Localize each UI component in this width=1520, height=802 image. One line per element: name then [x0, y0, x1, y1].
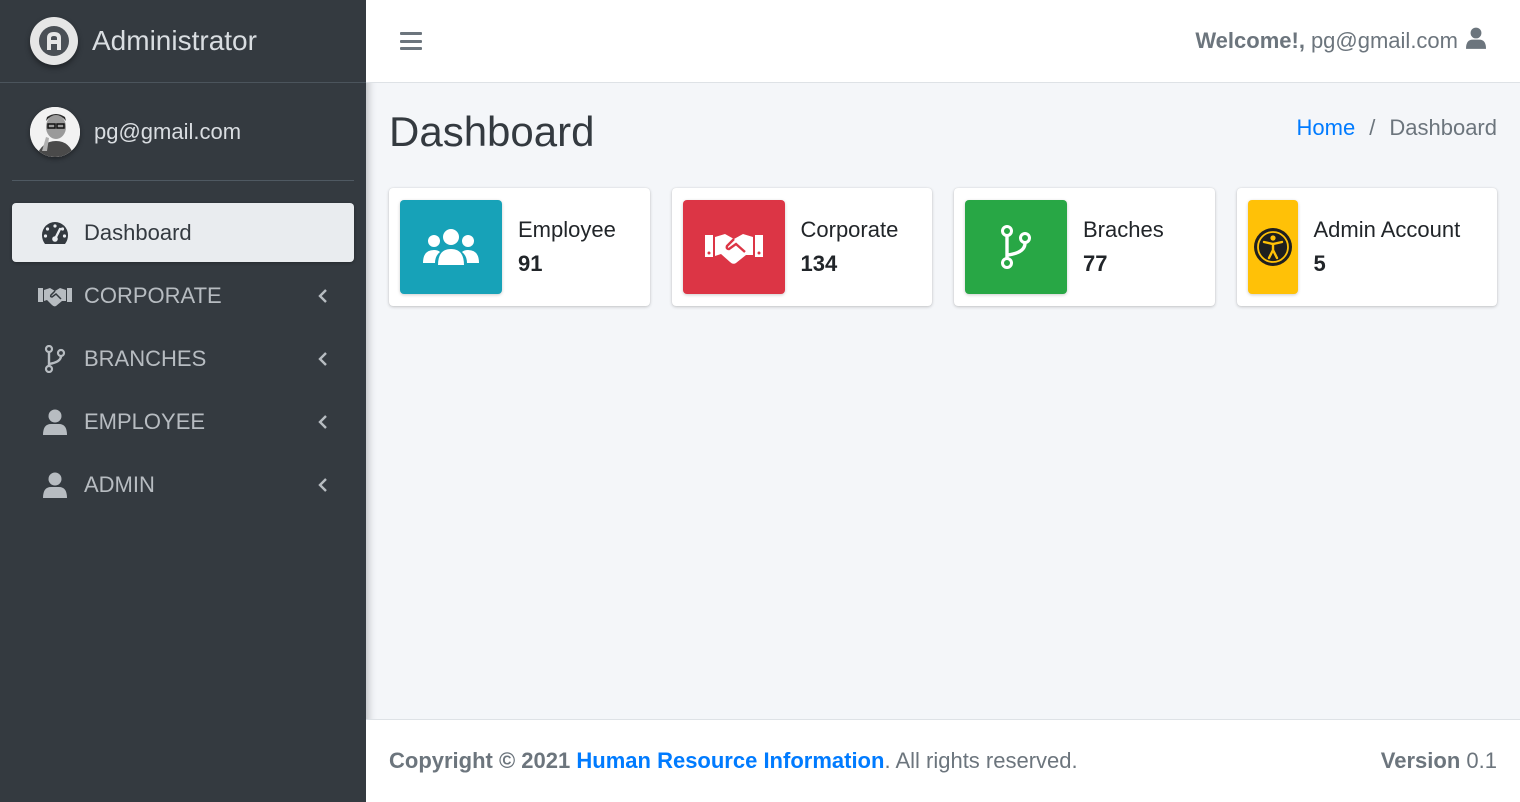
stat-card-branches[interactable]: Braches 77	[954, 188, 1215, 306]
top-navbar: Welcome!, pg@gmail.com	[366, 0, 1520, 83]
breadcrumb-current: Dashboard	[1389, 115, 1497, 140]
stat-card-label: Employee	[518, 217, 616, 242]
sidebar-item-admin[interactable]: ADMIN	[12, 455, 354, 514]
sidebar-item-label: Dashboard	[84, 219, 192, 245]
universal-access-icon	[1247, 200, 1298, 294]
content-header: Dashboard Home / Dashboard	[389, 84, 1497, 184]
chevron-left-icon	[316, 349, 330, 369]
sidebar: Administrator pg@gmail.com Dashboard COR…	[0, 0, 366, 802]
user-icon	[38, 470, 72, 500]
footer: Copyright © 2021 Human Resource Informat…	[366, 719, 1520, 802]
stat-card-value: 91	[518, 251, 543, 276]
version-info: Version 0.1	[1381, 748, 1497, 774]
header-user-email: pg@gmail.com	[1310, 28, 1458, 53]
page-title: Dashboard	[389, 108, 595, 155]
copyright-text: Copyright © 2021	[389, 748, 571, 773]
version-value: 0.1	[1466, 748, 1497, 773]
sidebar-nav: Dashboard CORPORATE BRANCHES EMPLOYEE AD…	[0, 203, 366, 514]
rights-text: . All rights reserved.	[884, 748, 1078, 773]
user-icon	[1466, 27, 1486, 55]
user-panel[interactable]: pg@gmail.com	[12, 83, 354, 181]
user-name[interactable]: pg@gmail.com	[94, 119, 241, 145]
stat-card-employee[interactable]: Employee 91	[389, 188, 650, 306]
version-label: Version	[1380, 748, 1461, 773]
chevron-left-icon	[316, 286, 330, 306]
brand-link[interactable]: Administrator	[0, 0, 366, 83]
code-branch-icon	[965, 200, 1067, 294]
main-content: Dashboard Home / Dashboard Employee 91 C…	[366, 84, 1520, 719]
stat-card-label: Braches	[1083, 217, 1164, 242]
chevron-left-icon	[316, 412, 330, 432]
code-branch-icon	[38, 344, 72, 374]
stat-card-label: Admin Account	[1313, 217, 1461, 242]
user-icon	[38, 407, 72, 437]
sidebar-item-corporate[interactable]: CORPORATE	[12, 266, 354, 325]
welcome-label: Welcome!,	[1195, 28, 1305, 53]
sidebar-item-label: BRANCHES	[84, 345, 207, 371]
stat-card-value: 5	[1313, 251, 1326, 276]
handshake-icon	[682, 200, 785, 294]
stat-cards: Employee 91 Corporate 134 Braches 77 Adm…	[389, 188, 1497, 306]
tachometer-icon	[38, 218, 72, 248]
stat-card-label: Corporate	[800, 217, 899, 242]
brand-title: Administrator	[92, 25, 257, 56]
stat-card-corporate[interactable]: Corporate 134	[671, 188, 932, 306]
user-menu[interactable]: Welcome!, pg@gmail.com	[1195, 27, 1486, 55]
sidebar-item-label: EMPLOYEE	[84, 408, 206, 434]
sidebar-item-label: CORPORATE	[84, 282, 222, 308]
sidebar-item-label: ADMIN	[84, 471, 155, 497]
stat-card-value: 134	[800, 251, 838, 276]
sidebar-item-branches[interactable]: BRANCHES	[12, 329, 354, 388]
brand-logo	[30, 17, 78, 65]
stat-card-value: 77	[1083, 251, 1108, 276]
breadcrumb-separator: /	[1369, 115, 1376, 140]
users-icon	[400, 200, 502, 294]
breadcrumb: Home / Dashboard	[1297, 115, 1497, 141]
company-link[interactable]: Human Resource Information	[576, 748, 884, 774]
breadcrumb-home-link[interactable]: Home	[1297, 115, 1356, 141]
sidebar-item-dashboard[interactable]: Dashboard	[12, 203, 354, 262]
handshake-icon	[38, 281, 72, 311]
menu-toggle-icon[interactable]	[400, 32, 422, 50]
avatar	[30, 106, 80, 157]
chevron-left-icon	[316, 475, 330, 495]
sidebar-item-employee[interactable]: EMPLOYEE	[12, 392, 354, 451]
stat-card-admin-account[interactable]: Admin Account 5	[1236, 188, 1497, 306]
